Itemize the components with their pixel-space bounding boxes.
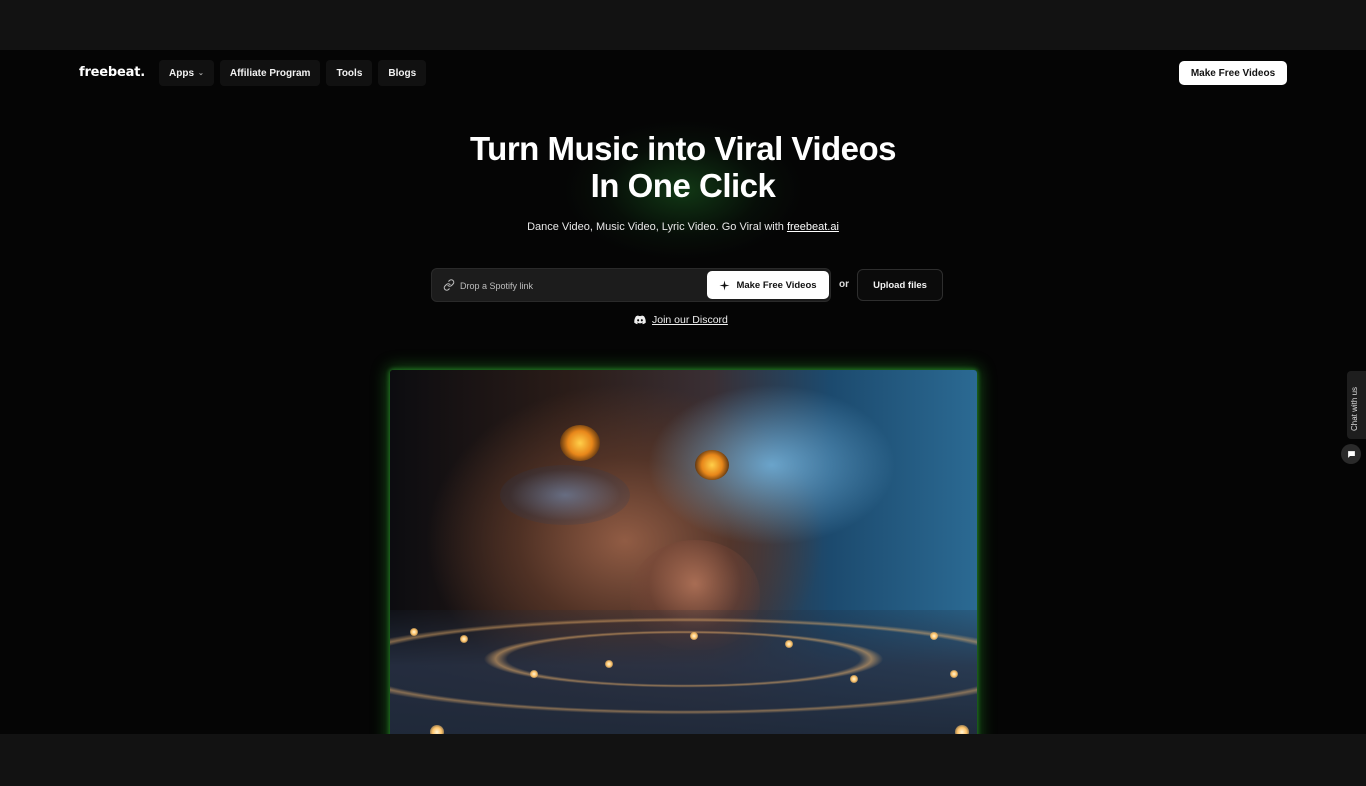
chat-with-us-tab[interactable]: Chat with us	[1347, 371, 1366, 439]
nav-item-label: Tools	[336, 67, 363, 79]
nav-item-tools[interactable]: Tools	[326, 60, 373, 86]
browser-top-band	[0, 0, 1366, 50]
upload-files-button[interactable]: Upload files	[857, 269, 943, 301]
discord-icon	[634, 315, 646, 325]
page-viewport: freebeat. Apps ⌄ Affiliate Program Tools…	[0, 50, 1366, 734]
nav-item-label: Apps	[169, 67, 194, 79]
nav-item-affiliate-program[interactable]: Affiliate Program	[219, 60, 321, 86]
headline-line-1: Turn Music into Viral Videos	[469, 130, 897, 167]
video-light	[530, 670, 538, 678]
hero-subline: Dance Video, Music Video, Lyric Video. G…	[383, 221, 983, 233]
chevron-down-icon: ⌄	[198, 70, 204, 77]
nav-item-blogs[interactable]: Blogs	[378, 60, 427, 86]
video-light	[955, 725, 969, 734]
or-separator: or	[839, 279, 849, 290]
freebeat-link[interactable]: freebeat.ai	[787, 221, 839, 233]
video-eye-left	[560, 425, 600, 461]
video-light	[930, 632, 938, 640]
browser-bottom-band	[0, 734, 1366, 786]
chat-tab-label: Chat with us	[1350, 386, 1359, 431]
video-light	[460, 635, 468, 643]
video-light	[690, 632, 698, 640]
nav-item-label: Blogs	[388, 67, 417, 79]
video-light	[430, 725, 444, 734]
video-floor	[390, 610, 977, 734]
logo[interactable]: freebeat.	[79, 65, 145, 80]
hero-headline: Turn Music into Viral Videos In One Clic…	[383, 130, 983, 204]
video-light	[850, 675, 858, 683]
video-eye-right	[695, 450, 729, 480]
spotify-link-form: Make Free Videos	[431, 268, 831, 302]
main-nav: Apps ⌄ Affiliate Program Tools Blogs	[159, 60, 427, 86]
discord-label: Join our Discord	[652, 314, 728, 326]
chat-bubble-icon	[1347, 450, 1355, 458]
video-light	[410, 628, 418, 636]
sparkle-icon	[719, 279, 730, 291]
video-light	[785, 640, 793, 648]
nav-item-apps[interactable]: Apps ⌄	[159, 60, 214, 86]
subline-text: Dance Video, Music Video, Lyric Video. G…	[527, 221, 787, 233]
make-free-videos-nav-button[interactable]: Make Free Videos	[1179, 61, 1287, 85]
video-light	[605, 660, 613, 668]
make-button-label: Make Free Videos	[736, 279, 817, 291]
hero-video[interactable]	[390, 370, 977, 734]
headline-line-2: In One Click	[590, 167, 776, 204]
link-icon	[443, 279, 455, 291]
nav-item-label: Affiliate Program	[229, 67, 311, 79]
video-light	[950, 670, 958, 678]
video-glitter	[500, 465, 630, 525]
spotify-link-input[interactable]	[460, 276, 700, 296]
join-discord-link[interactable]: Join our Discord	[634, 314, 728, 326]
make-free-videos-button[interactable]: Make Free Videos	[707, 271, 829, 299]
chat-icon[interactable]	[1341, 444, 1361, 464]
